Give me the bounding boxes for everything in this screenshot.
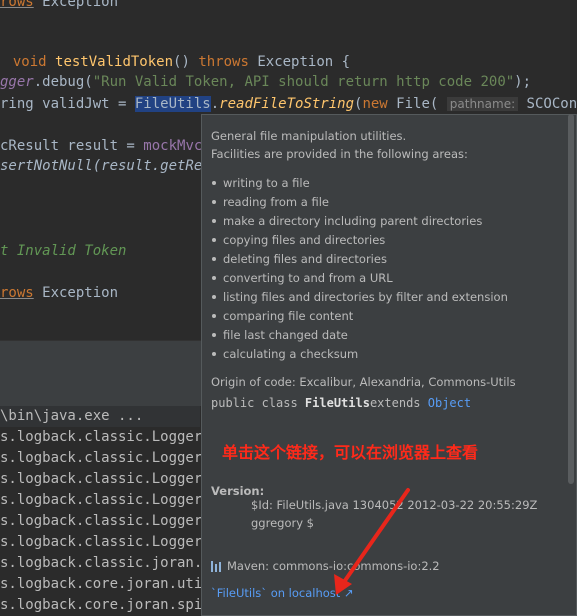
doc-bullet: deleting files and directories [211,252,387,266]
doc-bullet: writing to a file [211,176,310,190]
doc-description: General file manipulation utilities. [211,129,407,143]
doc-bullet: comparing file content [211,309,353,323]
doc-bullet: reading from a file [211,195,329,209]
console-line: s.logback.classic.LoggerCo [0,513,220,529]
console-line: s.logback.classic.joran.ac [0,555,220,571]
console-line: s.logback.core.joran.spi.C [0,597,220,613]
code-line: gger.debug("Run Valid Token, API should … [0,74,532,90]
console-line: s.logback.classic.LoggerCo [0,429,220,445]
doc-bullet: converting to and from a URL [211,271,393,285]
doc-bullet: copying files and directories [211,233,385,247]
code-line: t Invalid Token [0,243,127,259]
parameter-hint: pathname: [446,97,519,111]
code-line: ring validJwt = FileUtils.readFileToStri… [0,96,577,112]
annotation-text: 单击这个链接，可以在浏览器上查看 [222,443,479,462]
console-line: s.logback.classic.LoggerCo [0,534,220,550]
popup-scrollbar[interactable] [568,114,574,484]
quick-documentation-popup[interactable]: General file manipulation utilities. Fac… [201,114,577,616]
console-line: \bin\java.exe ... [0,406,200,427]
doc-description: Facilities are provided in the following… [211,147,468,161]
console-line: s.logback.core.joran.util. [0,576,220,592]
code-line: rows Exception [0,0,119,10]
console-line: s.logback.classic.LoggerCo [0,492,220,508]
version-label: Version: [211,484,265,498]
doc-bullet: make a directory including parent direct… [211,214,482,228]
code-line: void testValidToken() throws Exception { [12,54,351,70]
fileutils-reference[interactable]: FileUtils [134,96,211,112]
code-line: rows Exception [0,285,119,301]
object-class-link[interactable]: Object [428,396,471,410]
doc-bullet: listing files and directories by filter … [211,290,508,304]
external-doc-link[interactable]: `FileUtils` on localhost ↗ [211,586,354,600]
library-icon [211,561,223,572]
code-line: cResult result = mockMvc. [0,138,211,154]
doc-origin: Origin of code: Excalibur, Alexandria, C… [211,375,516,389]
version-value: $Id: FileUtils.java 1304052 2012-03-22 2… [251,498,538,512]
maven-library: Maven: commons-io:commons-io:2.2 [211,559,440,573]
doc-bullet: calculating a checksum [211,347,358,361]
console-line: s.logback.classic.LoggerCo [0,471,220,487]
version-value: ggregory $ [251,516,314,530]
console-line: s.logback.classic.LoggerCo [0,450,220,466]
doc-bullet: file last changed date [211,328,348,342]
class-declaration: public class FileUtilsextends Object [211,396,472,410]
code-line: sertNotNull(result.getRes [0,158,211,174]
